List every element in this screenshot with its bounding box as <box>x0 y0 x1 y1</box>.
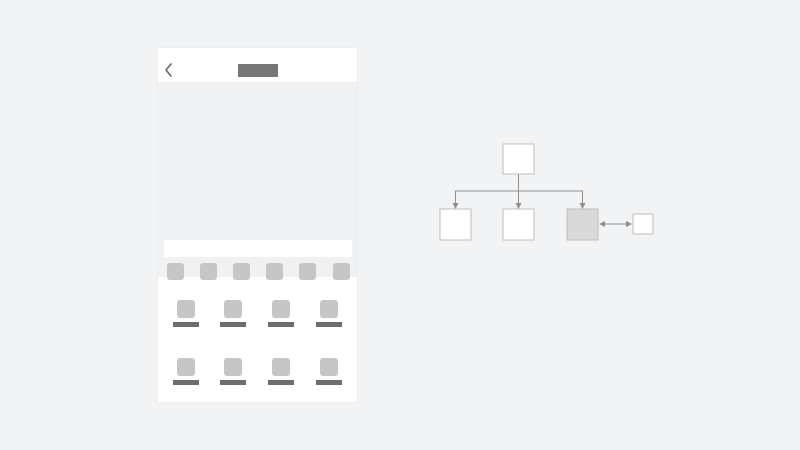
diagram-node-side[interactable] <box>632 213 654 235</box>
wireframe-canvas <box>0 0 800 450</box>
diagram-node-child-3[interactable] <box>566 208 599 241</box>
diagram-edges <box>452 174 632 227</box>
diagram-nodes <box>439 143 654 241</box>
flow-diagram <box>439 143 654 241</box>
diagram-node-root[interactable] <box>502 143 535 175</box>
diagram-node-child-1[interactable] <box>439 208 472 241</box>
diagram-node-child-2[interactable] <box>502 208 535 241</box>
diagram-edge-root-to-child-3 <box>518 174 586 209</box>
diagram-edge-root-to-child-1 <box>452 174 519 209</box>
